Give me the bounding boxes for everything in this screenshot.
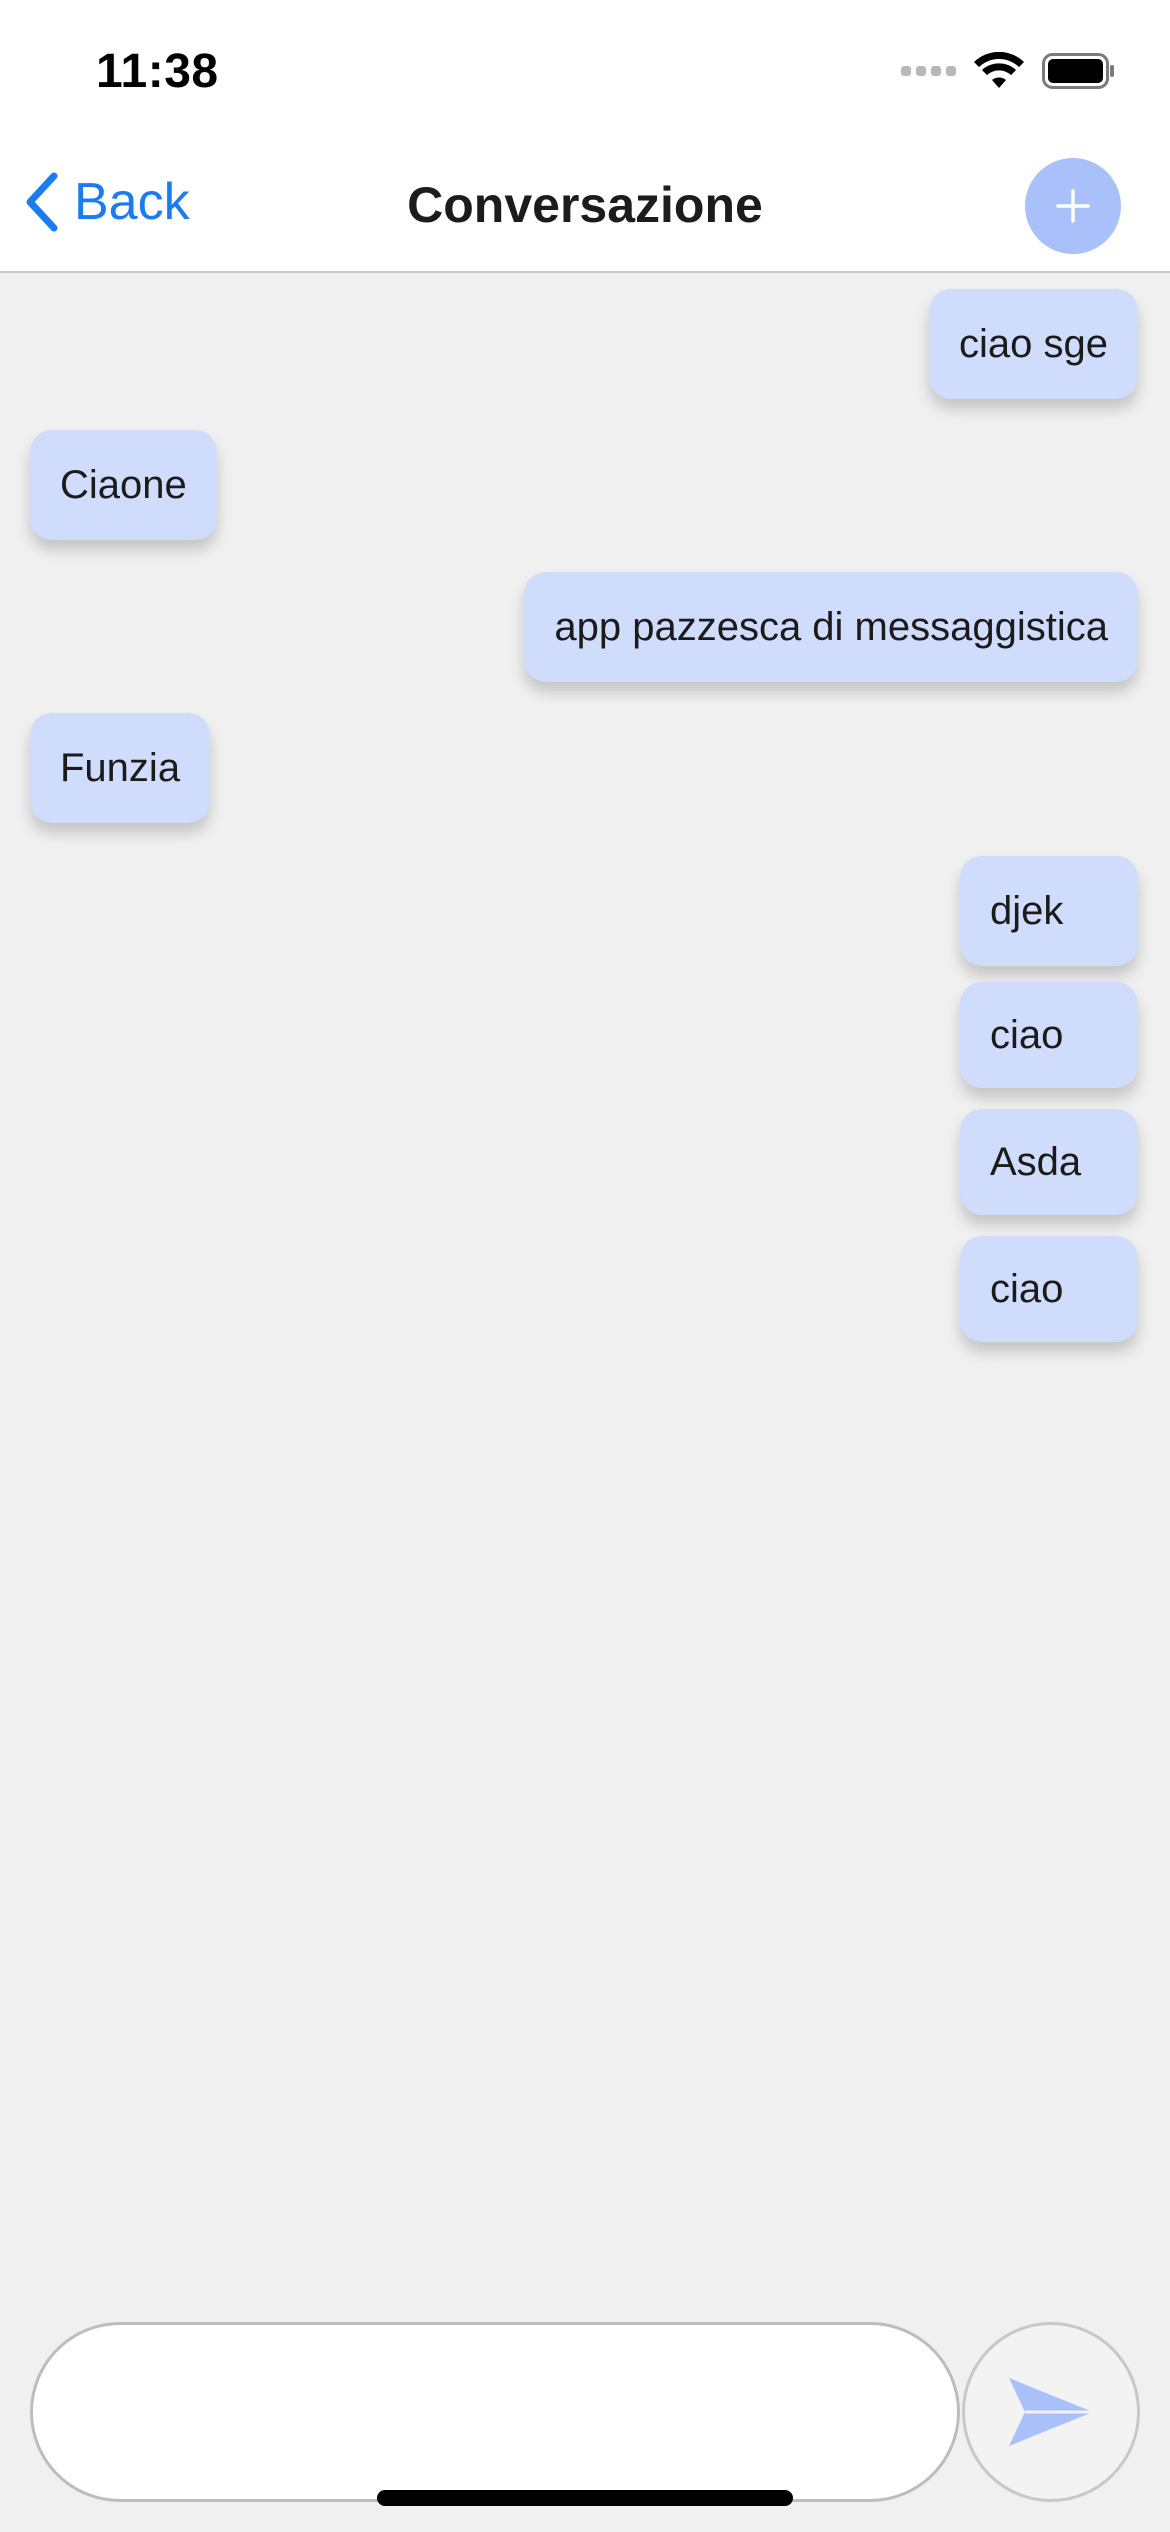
message-sent: ciao sge	[929, 289, 1138, 399]
message-input[interactable]	[30, 2322, 960, 2502]
message-list[interactable]: ciao sge Ciaone app pazzesca di messaggi…	[0, 275, 1170, 2275]
message-sent: djek	[960, 856, 1138, 966]
signal-icon	[901, 66, 956, 76]
wifi-icon	[974, 52, 1024, 88]
message-sent: ciao	[960, 982, 1138, 1088]
message-sent: app pazzesca di messaggistica	[524, 572, 1138, 682]
page-title: Conversazione	[407, 177, 763, 233]
plus-icon	[1056, 189, 1090, 223]
home-indicator	[377, 2490, 793, 2506]
message-sent: ciao	[960, 1236, 1138, 1342]
status-time: 11:38	[96, 45, 219, 98]
battery-icon	[1042, 53, 1114, 89]
message-received: Funzia	[30, 713, 211, 823]
chat-screen: 11:38 Back Conversazione ciao sge Ciaone…	[0, 0, 1170, 2532]
message-sent: Asda	[960, 1109, 1138, 1215]
status-icons	[901, 52, 1116, 90]
add-button[interactable]	[1025, 158, 1121, 254]
send-icon	[1009, 2378, 1093, 2446]
send-button[interactable]	[962, 2322, 1140, 2502]
message-received: Ciaone	[30, 430, 217, 540]
header: 11:38 Back Conversazione	[0, 0, 1170, 273]
